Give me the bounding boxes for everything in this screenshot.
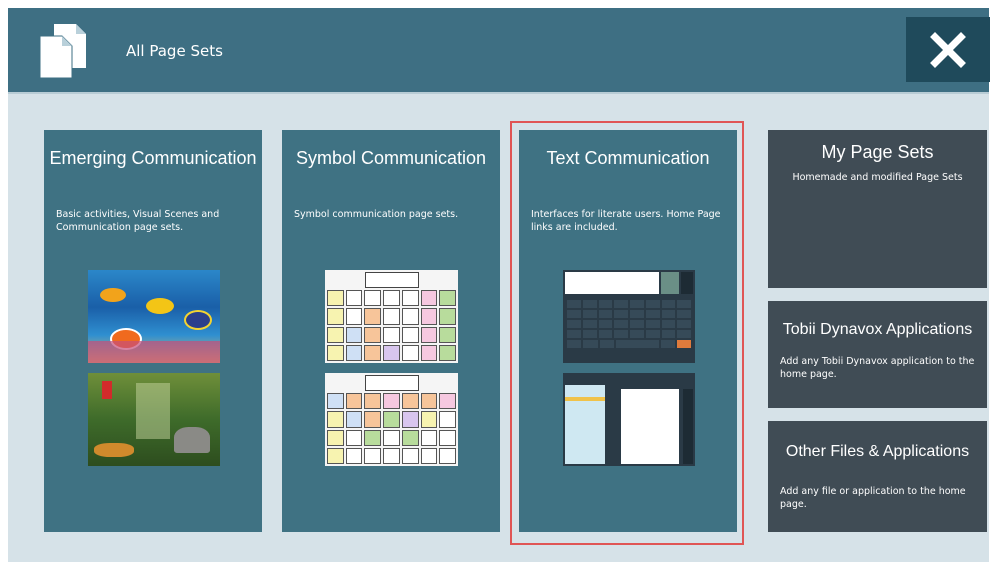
page-sets-icon <box>39 24 86 79</box>
card-title: Other Files & Applications <box>785 443 970 460</box>
close-button[interactable] <box>906 17 990 82</box>
selection-outline <box>510 121 744 545</box>
card-my-page-sets[interactable]: My Page Sets Homemade and modified Page … <box>768 130 987 288</box>
card-tobii-dynavox-applications[interactable]: Tobii Dynavox Applications Add any Tobii… <box>768 301 987 408</box>
underwater-scene-image <box>88 270 220 363</box>
jungle-scene-image <box>88 373 220 466</box>
card-description: Add any file or application to the home … <box>780 486 966 510</box>
card-description: Homemade and modified Page Sets <box>792 172 963 183</box>
card-title: Tobii Dynavox Applications <box>782 321 973 338</box>
symbol-grid-preview-2 <box>325 373 458 466</box>
card-title: My Page Sets <box>821 142 934 162</box>
page-title: All Page Sets <box>126 42 223 60</box>
card-other-files-applications[interactable]: Other Files & Applications Add any file … <box>768 421 987 532</box>
close-x-icon <box>930 31 966 68</box>
symbol-grid-preview-1 <box>325 270 458 363</box>
card-title: Emerging Communication <box>49 148 257 168</box>
card-description: Add any Tobii Dynavox application to the… <box>780 356 975 380</box>
card-description: Basic activities, Visual Scenes and Comm… <box>56 209 220 233</box>
card-description: Symbol communication page sets. <box>294 209 459 220</box>
card-title: Symbol Communication <box>295 148 487 168</box>
